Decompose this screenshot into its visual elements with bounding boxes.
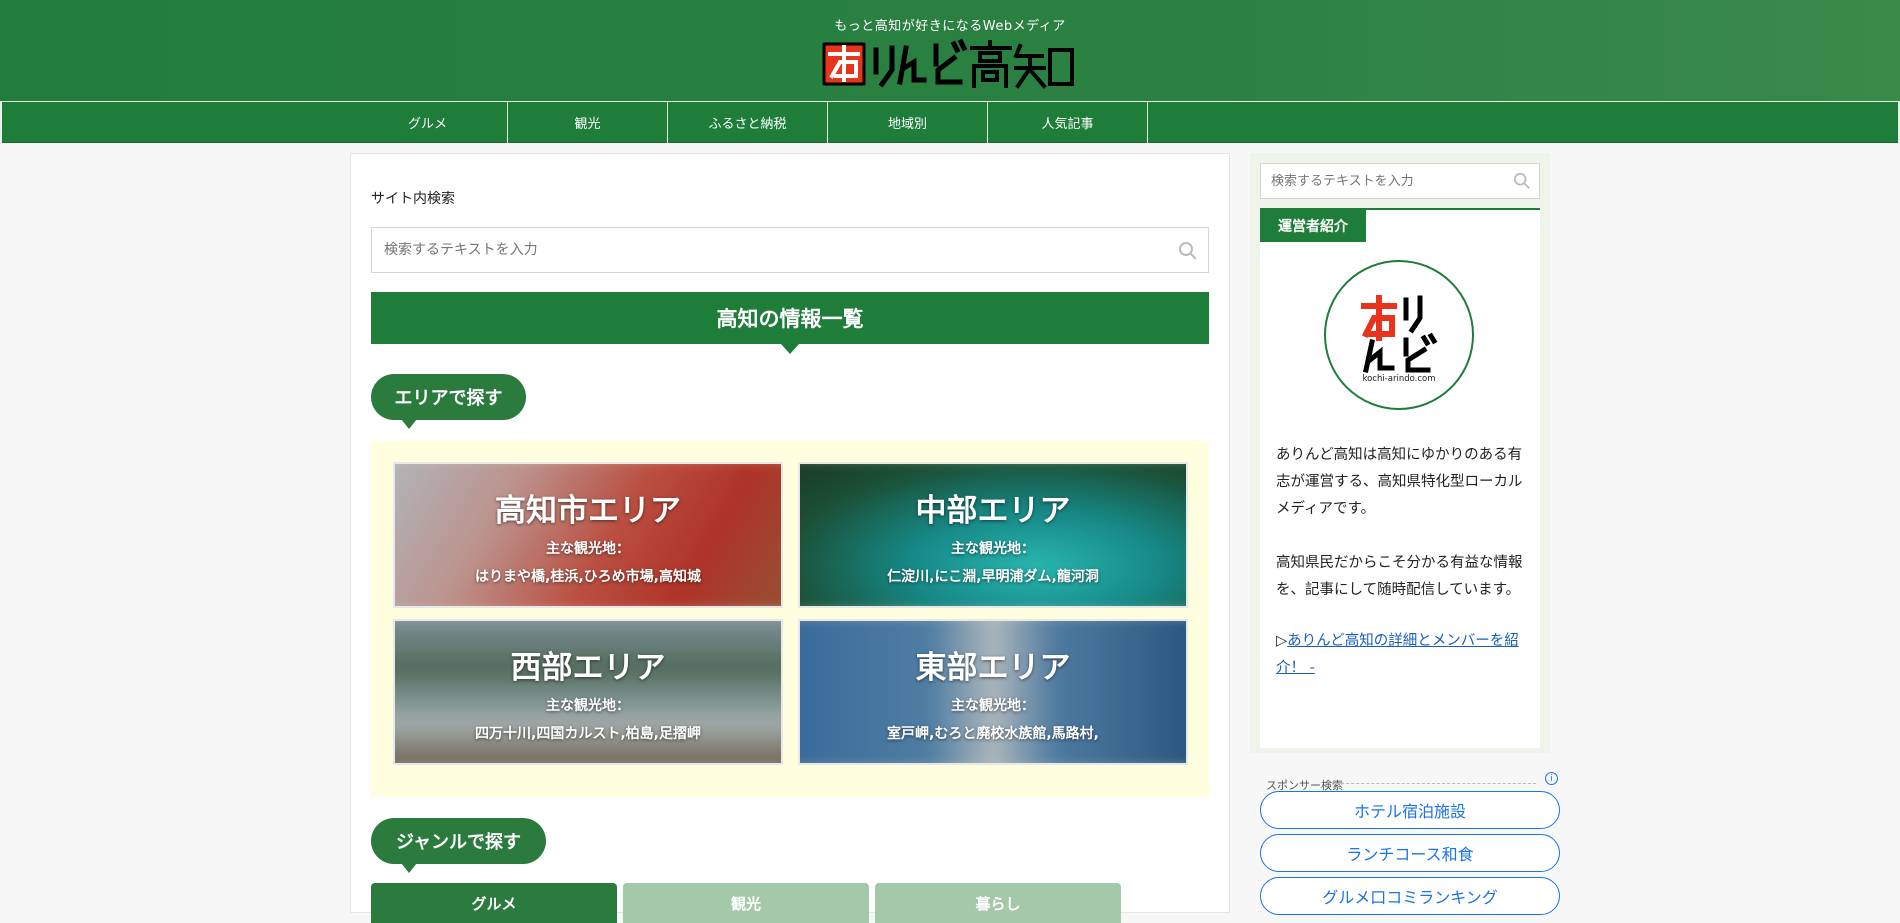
area-card-kochi-city[interactable]: 高知市エリア 主な観光地： はりまや橋,桂浜,ひろめ市場,高知城 xyxy=(393,462,783,608)
sponsor-button[interactable]: ホテル宿泊施設 xyxy=(1260,791,1560,829)
area-card-title: 東部エリア xyxy=(915,649,1071,686)
area-card-subtitle: 主な観光地： xyxy=(951,697,1035,714)
site-logo[interactable] xyxy=(820,36,1080,92)
sponsor-button[interactable]: ランチコース和食 xyxy=(1260,834,1560,872)
search-icon[interactable] xyxy=(1178,241,1198,261)
profile-paragraph: ありんど高知は高知にゆかりのある有志が運営する、高知県特化型ローカルメディアです… xyxy=(1276,447,1523,517)
genre-tabs: グルメ 観光 暮らし xyxy=(371,883,1121,923)
sponsor-button[interactable]: グルメ口コミランキング xyxy=(1260,877,1560,915)
widget-title: 運営者紹介 xyxy=(1260,210,1366,242)
nav-item-sightseeing[interactable]: 観光 xyxy=(508,102,668,143)
triangle-icon: ▷ xyxy=(1276,633,1288,649)
area-card-spots: 室戸岬,むろと廃校水族館,馬路村, xyxy=(887,725,1099,742)
site-search-box xyxy=(371,227,1209,273)
operator-profile-widget: 運営者紹介 kochi-arindo.com ありんど高知は高知にゆかりのある有… xyxy=(1260,208,1540,748)
tab-living[interactable]: 暮らし xyxy=(875,883,1121,923)
area-heading: エリアで探す xyxy=(371,374,526,429)
profile-detail-link[interactable]: ありんど高知の詳細とメンバーを紹介！ - xyxy=(1276,633,1519,676)
area-card-spots: はりまや橋,桂浜,ひろめ市場,高知城 xyxy=(475,568,701,585)
area-card-central[interactable]: 中部エリア 主な観光地： 仁淀川,にこ淵,早明浦ダム,龍河洞 xyxy=(798,462,1188,608)
nav-item-by-region[interactable]: 地域別 xyxy=(828,102,988,143)
area-card-subtitle: 主な観光地： xyxy=(546,697,630,714)
site-header: もっと高知が好きになるWebメディア xyxy=(0,0,1900,101)
area-card-western[interactable]: 西部エリア 主な観光地： 四万十川,四国カルスト,柏島,足摺岬 xyxy=(393,619,783,765)
global-nav: グルメ 観光 ふるさと納税 地域別 人気記事 xyxy=(0,101,1900,143)
area-card-title: 高知市エリア xyxy=(495,492,681,529)
tab-gourmet[interactable]: グルメ xyxy=(371,883,617,923)
area-card-eastern[interactable]: 東部エリア 主な観光地： 室戸岬,むろと廃校水族館,馬路村, xyxy=(798,619,1188,765)
avatar: kochi-arindo.com xyxy=(1324,260,1474,410)
area-grid: 高知市エリア 主な観光地： はりまや橋,桂浜,ひろめ市場,高知城 中部エリア 主… xyxy=(371,441,1209,797)
area-card-spots: 仁淀川,にこ淵,早明浦ダム,龍河洞 xyxy=(887,568,1099,585)
profile-paragraph: 高知県民だからこそ分かる有益な情報を、記事にして随時配信しています。 xyxy=(1276,555,1523,598)
tab-sightseeing[interactable]: 観光 xyxy=(623,883,869,923)
nav-item-popular[interactable]: 人気記事 xyxy=(988,102,1148,143)
profile-link-line: ▷ありんど高知の詳細とメンバーを紹介！ - xyxy=(1276,628,1526,682)
nav-item-gourmet[interactable]: グルメ xyxy=(348,102,508,143)
area-card-subtitle: 主な観光地： xyxy=(951,540,1035,557)
section-heading: 高知の情報一覧 xyxy=(371,292,1209,354)
area-card-subtitle: 主な観光地： xyxy=(546,540,630,557)
sidebar-search-box xyxy=(1260,163,1540,199)
area-card-title: 中部エリア xyxy=(915,492,1071,529)
site-search-input[interactable] xyxy=(372,228,1152,272)
nav-divider xyxy=(0,101,2,143)
profile-description: ありんど高知は高知にゆかりのある有志が運営する、高知県特化型ローカルメディアです… xyxy=(1276,442,1526,709)
area-card-spots: 四万十川,四国カルスト,柏島,足摺岬 xyxy=(475,725,701,742)
site-search-label: サイト内検索 xyxy=(371,191,455,207)
site-logo-graphic xyxy=(822,38,1074,89)
nav-item-furusato-tax[interactable]: ふるさと納税 xyxy=(668,102,828,143)
search-icon[interactable] xyxy=(1513,172,1531,190)
global-nav-list: グルメ 観光 ふるさと納税 地域別 人気記事 xyxy=(348,102,1148,143)
avatar-caption: kochi-arindo.com xyxy=(1362,374,1436,384)
sidebar-search-input[interactable] xyxy=(1261,164,1501,198)
main-content: サイト内検索 高知の情報一覧 エリアで探す 高知市エリア 主な観光地： はりまや… xyxy=(350,153,1230,923)
site-tagline: もっと高知が好きになるWebメディア xyxy=(834,19,1066,34)
sidebar: 運営者紹介 xyxy=(1250,153,1550,753)
genre-heading: ジャンルで探す xyxy=(371,818,546,873)
area-card-title: 西部エリア xyxy=(510,649,666,686)
info-icon[interactable]: i xyxy=(1545,772,1558,785)
sponsor-divider xyxy=(1336,783,1536,784)
